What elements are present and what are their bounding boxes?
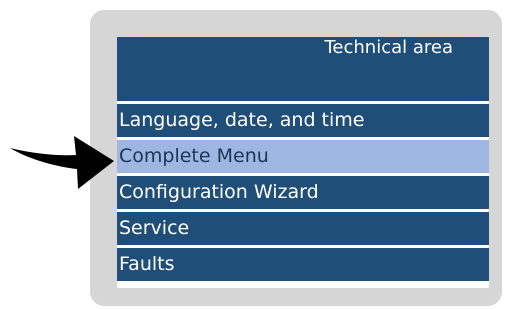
menu-item-language-date-time[interactable]: Language, date, and time [117,104,489,137]
display-screen: Technical area Language, date, and time … [117,37,489,288]
menu-item-complete-menu[interactable]: Complete Menu [117,140,489,173]
screen-header: Technical area [117,37,489,101]
menu-item-faults[interactable]: Faults [117,248,489,281]
technical-menu: Language, date, and time Complete Menu C… [117,104,489,284]
menu-item-service[interactable]: Service [117,212,489,245]
screen-title: Technical area [324,37,453,58]
menu-item-configuration-wizard[interactable]: Configuration Wizard [117,176,489,209]
arrow-right-icon [10,136,114,189]
